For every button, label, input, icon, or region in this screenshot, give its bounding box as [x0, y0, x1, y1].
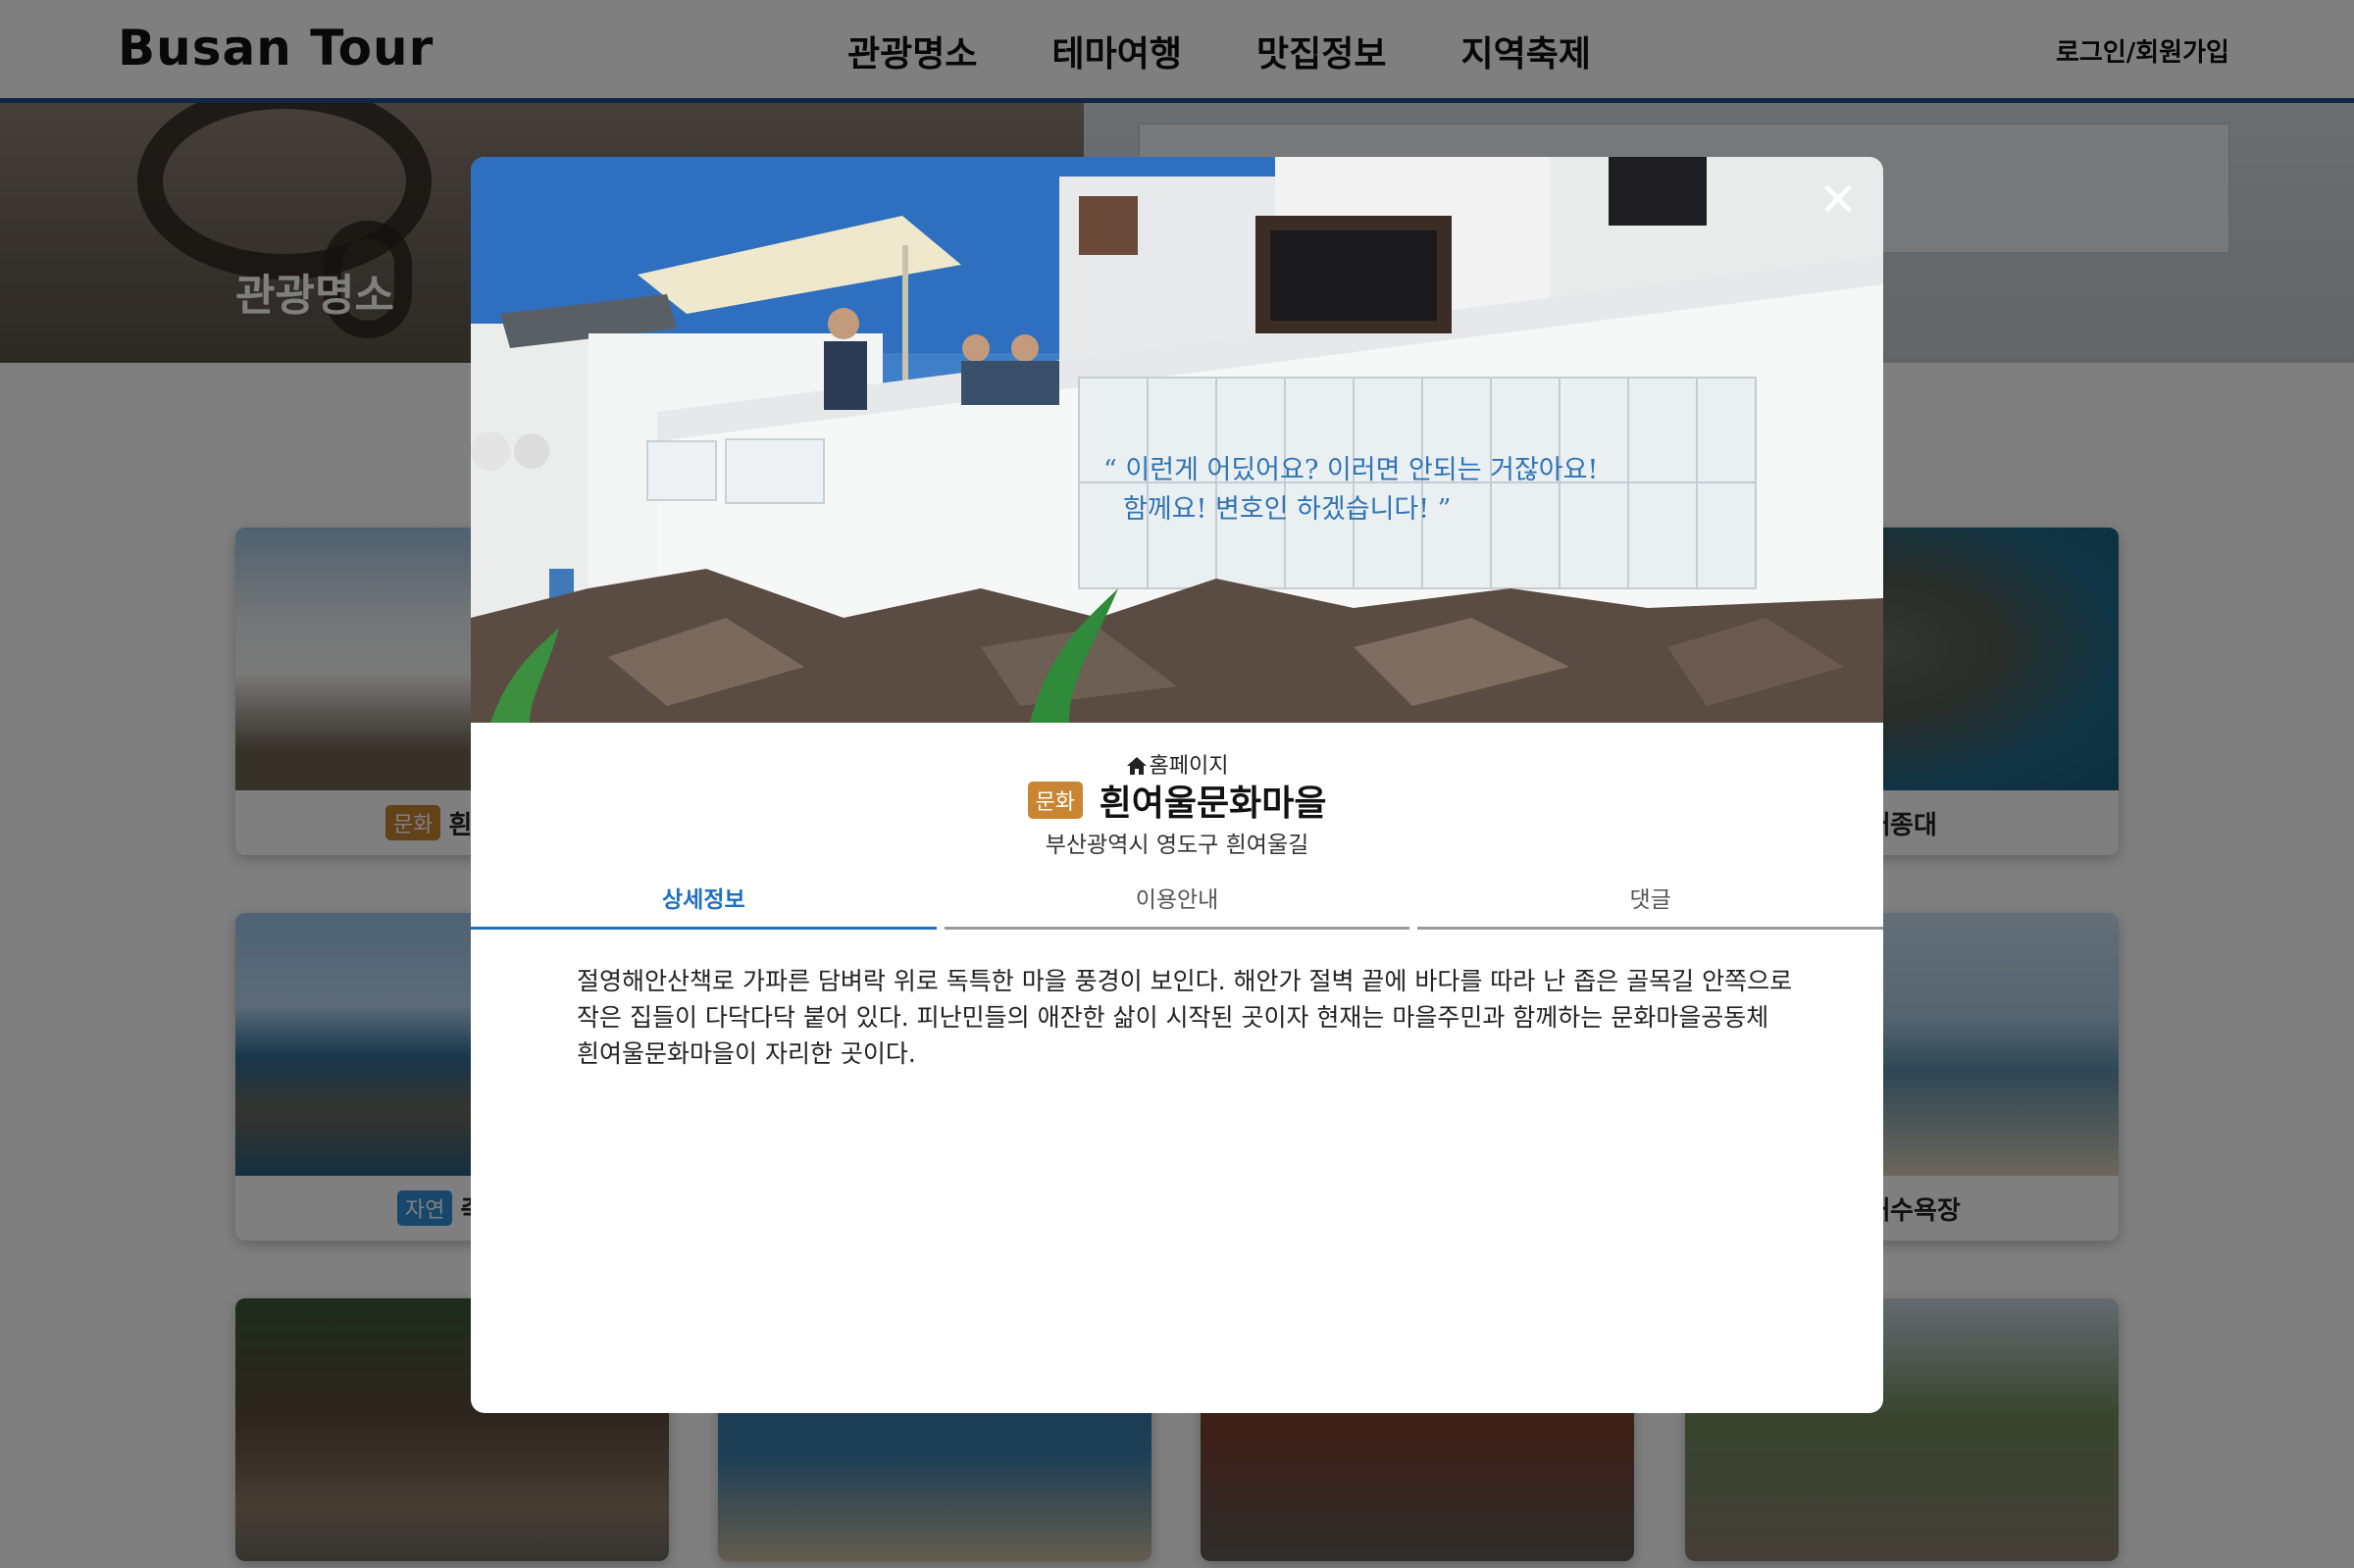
- place-address: 부산광역시 영도구 흰여울길: [1045, 833, 1309, 858]
- photo-sign-line2: 함께요! 변호인 하겠습니다! ”: [1123, 494, 1452, 525]
- place-title: 흰여울문화마을: [1099, 784, 1327, 824]
- detail-tabs: 상세정보 이용안내 댓글: [471, 883, 1883, 930]
- attraction-photo: “ 이런게 어딨어요? 이러면 안되는 거잖아요! 함께요! 변호인 하겠습니다…: [471, 157, 1883, 723]
- attraction-detail-modal: “ 이런게 어딨어요? 이러면 안되는 거잖아요! 함께요! 변호인 하겠습니다…: [471, 157, 1883, 1413]
- photo-sign-line1: “ 이런게 어딨어요? 이러면 안되는 거잖아요!: [1103, 455, 1598, 485]
- place-description: 절영해안산책로 가파른 담벼락 위로 독특한 마을 풍경이 보인다. 해안가 절…: [577, 967, 1793, 1068]
- category-badge: 문화: [1027, 782, 1084, 819]
- tab-details[interactable]: 상세정보: [471, 883, 937, 930]
- place-title-row: 문화 흰여울문화마을: [471, 775, 1883, 826]
- close-icon[interactable]: ✕: [1813, 175, 1864, 226]
- tab-comments[interactable]: 댓글: [1417, 883, 1883, 930]
- tab-usage-guide[interactable]: 이용안내: [944, 883, 1410, 930]
- home-icon: [1126, 757, 1147, 775]
